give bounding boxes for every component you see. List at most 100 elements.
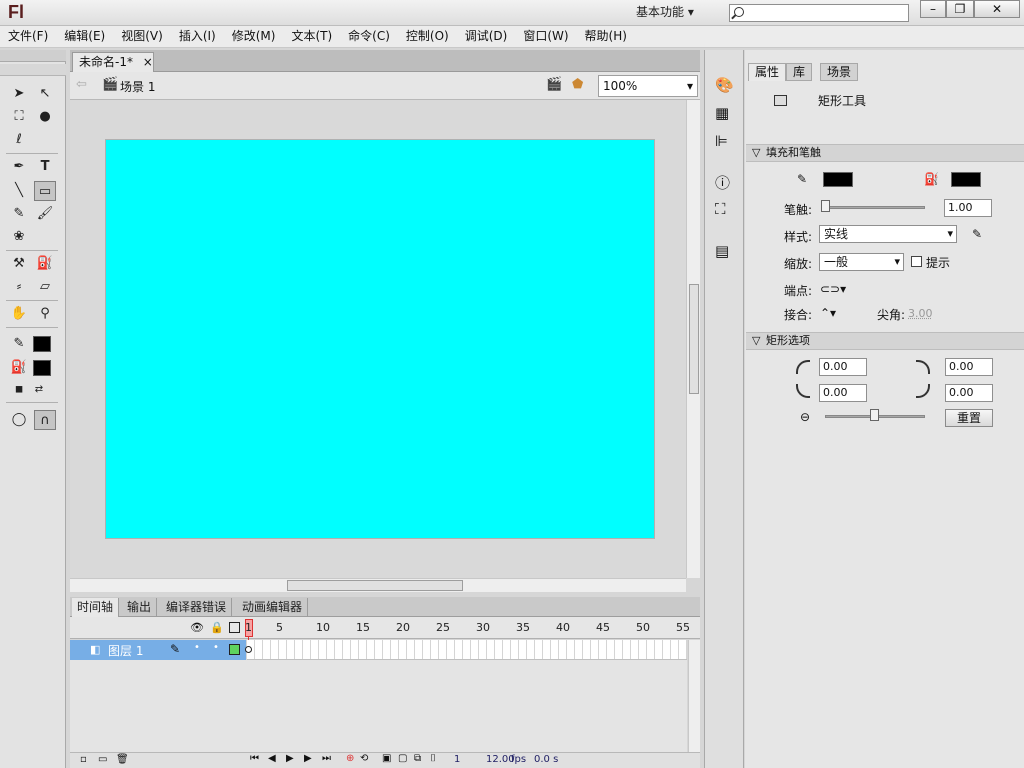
swap-colors-icon[interactable]: ⇄: [28, 380, 50, 400]
stroke-width-field[interactable]: 1.00: [944, 199, 992, 217]
last-frame-icon[interactable]: ⏭: [322, 753, 331, 764]
stroke-style-select[interactable]: 实线: [819, 225, 957, 243]
menu-insert[interactable]: 插入(I): [171, 26, 224, 47]
3d-rotation-tool-icon[interactable]: ●: [34, 107, 56, 127]
edit-stroke-style-icon[interactable]: ✎: [972, 227, 982, 241]
tab-timeline[interactable]: 时间轴: [72, 598, 120, 617]
stroke-width-slider[interactable]: [823, 206, 925, 209]
brush-tool-icon[interactable]: 🖌: [34, 204, 56, 224]
vertical-scrollbar[interactable]: [686, 100, 700, 578]
frame-cells[interactable]: [247, 640, 687, 660]
edit-multiple-icon[interactable]: ⧉: [414, 753, 421, 764]
panel-grip[interactable]: [0, 50, 66, 62]
current-frame[interactable]: 1: [454, 754, 460, 765]
loop-icon[interactable]: ⟲: [360, 753, 368, 764]
fill-color-swatch[interactable]: [951, 172, 981, 187]
free-transform-tool-icon[interactable]: ⛶: [8, 107, 30, 127]
corner-radius-slider-thumb[interactable]: [870, 409, 879, 421]
snap-magnet-icon[interactable]: ∩: [34, 410, 56, 430]
new-layer-icon[interactable]: ▫: [80, 754, 87, 765]
edit-scene-icon[interactable]: 🎬: [546, 77, 562, 92]
link-icon[interactable]: ⊖: [800, 410, 810, 424]
fill-color-swatch[interactable]: [33, 360, 51, 376]
workspace-switcher[interactable]: 基本功能 ▾: [636, 3, 710, 23]
document-tab[interactable]: 未命名-1* ×: [72, 52, 154, 72]
onion-skin-icon[interactable]: ▣: [382, 753, 391, 764]
selection-tool-icon[interactable]: ➤: [8, 84, 30, 104]
menu-view[interactable]: 视图(V): [113, 26, 171, 47]
stroke-color-swatch[interactable]: [33, 336, 51, 352]
search-input[interactable]: [729, 4, 909, 22]
eyedropper-tool-icon[interactable]: ⸗: [8, 277, 30, 297]
corner-radius-bottom-right[interactable]: 0.00: [945, 384, 993, 402]
hand-tool-icon[interactable]: ✋: [8, 304, 30, 324]
eraser-tool-icon[interactable]: ▱: [34, 277, 56, 297]
pencil-tool-icon[interactable]: ✎: [8, 204, 30, 224]
menu-edit[interactable]: 编辑(E): [56, 26, 113, 47]
prev-frame-icon[interactable]: ◀: [268, 753, 276, 764]
menu-commands[interactable]: 命令(C): [340, 26, 398, 47]
lock-dot[interactable]: •: [213, 642, 219, 653]
onion-outline-icon[interactable]: ▢: [398, 753, 407, 764]
bone-tool-icon[interactable]: ⚒: [8, 254, 30, 274]
color-panel-icon[interactable]: 🎨: [715, 76, 734, 94]
menu-file[interactable]: 文件(F): [0, 26, 56, 47]
object-drawing-icon[interactable]: ◯: [8, 410, 30, 430]
pen-tool-icon[interactable]: ✒: [8, 157, 30, 177]
timeline-scrollbar[interactable]: [688, 640, 700, 752]
corner-radius-top-right[interactable]: 0.00: [945, 358, 993, 376]
menu-modify[interactable]: 修改(M): [224, 26, 284, 47]
tab-library[interactable]: 库: [786, 63, 813, 81]
scene-label[interactable]: 场景 1: [120, 78, 155, 95]
menu-control[interactable]: 控制(O): [398, 26, 457, 47]
scale-select[interactable]: 一般: [819, 253, 904, 271]
stage-canvas[interactable]: [105, 139, 655, 539]
horizontal-scroll-thumb[interactable]: [287, 580, 463, 591]
tab-motion-editor[interactable]: 动画编辑器: [237, 598, 309, 617]
tab-compiler-errors[interactable]: 编译器错误: [161, 598, 233, 617]
cap-style-icon[interactable]: ⊂⊃▾: [820, 282, 846, 296]
lock-icon[interactable]: 🔒: [210, 621, 224, 634]
transform-panel-icon[interactable]: ⛶: [715, 200, 726, 218]
menu-text[interactable]: 文本(T): [283, 26, 340, 47]
edit-symbol-icon[interactable]: ⬟: [572, 77, 583, 92]
horizontal-scrollbar[interactable]: [70, 578, 686, 592]
back-arrow-icon[interactable]: ⇦: [76, 77, 87, 92]
lasso-tool-icon[interactable]: ℓ: [8, 130, 30, 150]
tab-output[interactable]: 输出: [122, 598, 158, 617]
eye-icon[interactable]: 👁: [190, 621, 204, 634]
zoom-tool-icon[interactable]: ⚲: [34, 304, 56, 324]
deco-tool-icon[interactable]: ❀: [8, 227, 30, 247]
tab-scenes[interactable]: 场景: [820, 63, 859, 81]
keyframe-dot[interactable]: [245, 646, 252, 653]
outline-color-box[interactable]: [229, 644, 240, 655]
layer-row[interactable]: ◧ 图层 1 ✎ • •: [70, 640, 246, 660]
new-folder-icon[interactable]: ▭: [98, 754, 107, 765]
menu-help[interactable]: 帮助(H): [577, 26, 635, 47]
zoom-select[interactable]: 100% ▾: [598, 75, 698, 97]
tab-properties[interactable]: 属性: [748, 63, 787, 81]
center-frame-icon[interactable]: ⊕: [346, 753, 354, 764]
delete-icon[interactable]: 🗑: [116, 754, 129, 765]
black-white-icon[interactable]: ◼: [8, 380, 30, 400]
align-panel-icon[interactable]: ⊫: [715, 132, 728, 150]
hint-checkbox[interactable]: [911, 256, 922, 267]
next-frame-icon[interactable]: ▶: [304, 753, 312, 764]
info-panel-icon[interactable]: ⓘ: [715, 172, 730, 193]
text-tool-icon[interactable]: T: [34, 157, 56, 177]
layer-name[interactable]: 图层 1: [108, 642, 143, 659]
visibility-dot[interactable]: •: [194, 642, 200, 653]
line-tool-icon[interactable]: ╲: [8, 181, 30, 201]
play-icon[interactable]: ▶: [286, 753, 294, 764]
menu-window[interactable]: 窗口(W): [515, 26, 576, 47]
swatches-panel-icon[interactable]: ▦: [715, 104, 729, 122]
onion-markers-icon[interactable]: ⌷: [430, 753, 436, 764]
menu-debug[interactable]: 调试(D): [457, 26, 516, 47]
reset-button[interactable]: 重置: [945, 409, 993, 427]
components-panel-icon[interactable]: ▤: [715, 242, 729, 260]
join-style-icon[interactable]: ⌃▾: [820, 306, 836, 320]
maximize-button[interactable]: ❐: [946, 0, 974, 18]
rectangle-tool-icon[interactable]: ▭: [34, 181, 56, 201]
corner-radius-top-left[interactable]: 0.00: [819, 358, 867, 376]
stroke-width-slider-thumb[interactable]: [821, 200, 830, 212]
